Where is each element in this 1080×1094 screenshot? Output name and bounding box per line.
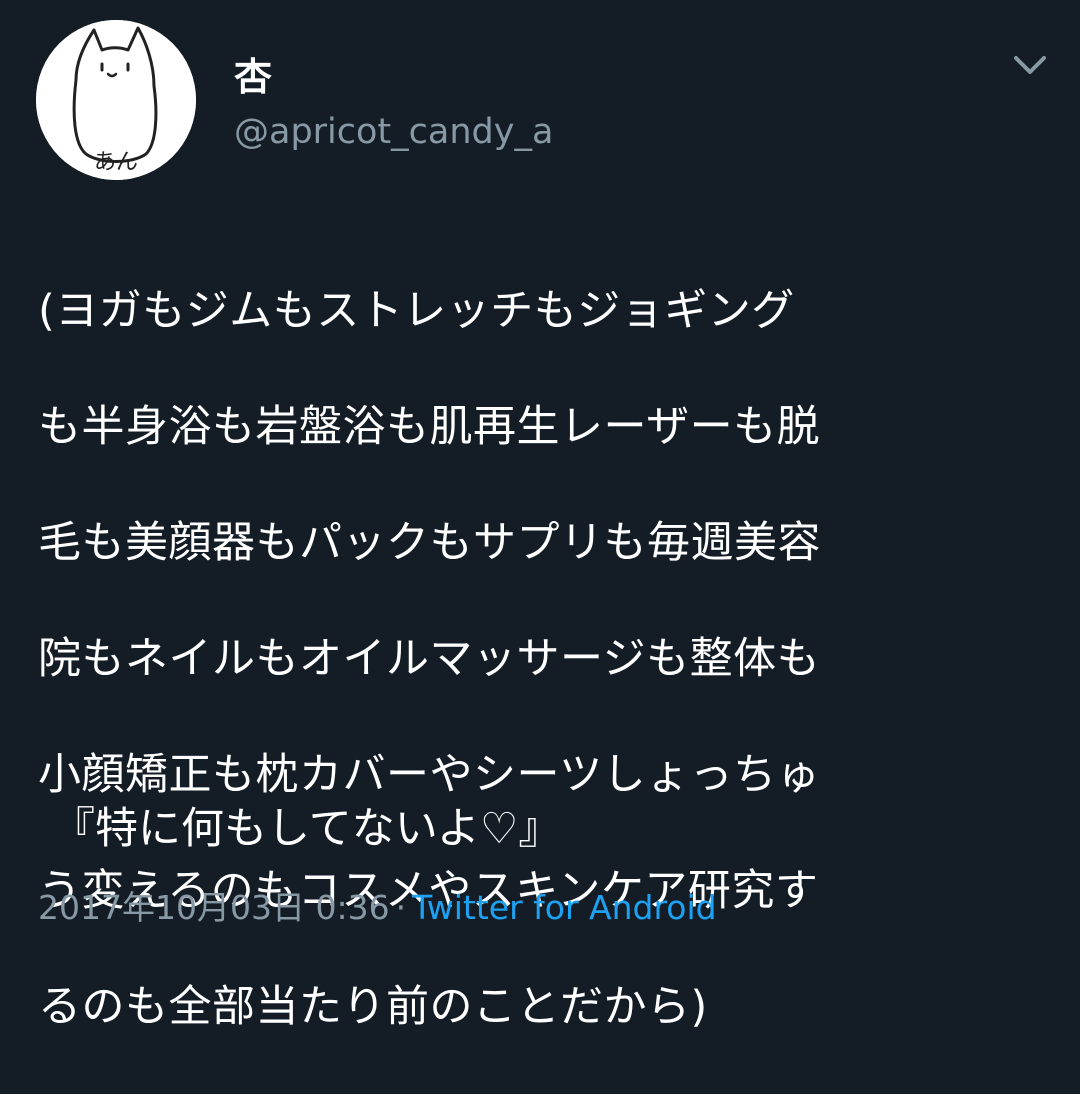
- tweet-line: 毛も美顔器もパックもサプリも毎週美容: [38, 518, 821, 568]
- tweet-quote: 『特に何もしてないよ♡』: [52, 804, 562, 854]
- timestamp[interactable]: 2017年10月03日 0:36: [38, 888, 390, 927]
- tweet-body: (ヨガもジムもストレッチもジョギング も半身浴も岩盤浴も肌再生レーザーも脱 毛も…: [38, 224, 1048, 1094]
- avatar-label: あん: [93, 150, 138, 175]
- tweet-line: 小顔矯正も枕カバーやシーツしょっちゅ: [38, 750, 821, 800]
- user-handle[interactable]: @apricot_candy_a: [234, 110, 553, 154]
- chevron-down-icon: [1014, 56, 1046, 74]
- tweet-line: 院もネイルもオイルマッサージも整体も: [38, 634, 821, 684]
- source-link[interactable]: Twitter for Android: [412, 888, 717, 927]
- meta-separator: ·: [395, 888, 407, 927]
- tweet-line: るのも全部当たり前のことだから): [38, 982, 708, 1032]
- tweet-line: (ヨガもジムもストレッチもジョギング: [38, 286, 795, 336]
- tweet-line: も半身浴も岩盤浴も肌再生レーザーも脱: [38, 402, 821, 452]
- avatar[interactable]: あん: [36, 20, 196, 180]
- tweet-menu-button[interactable]: [1008, 46, 1052, 86]
- display-name[interactable]: 杏: [234, 54, 272, 100]
- tweet-meta: 2017年10月03日 0:36 · Twitter for Android: [38, 884, 717, 932]
